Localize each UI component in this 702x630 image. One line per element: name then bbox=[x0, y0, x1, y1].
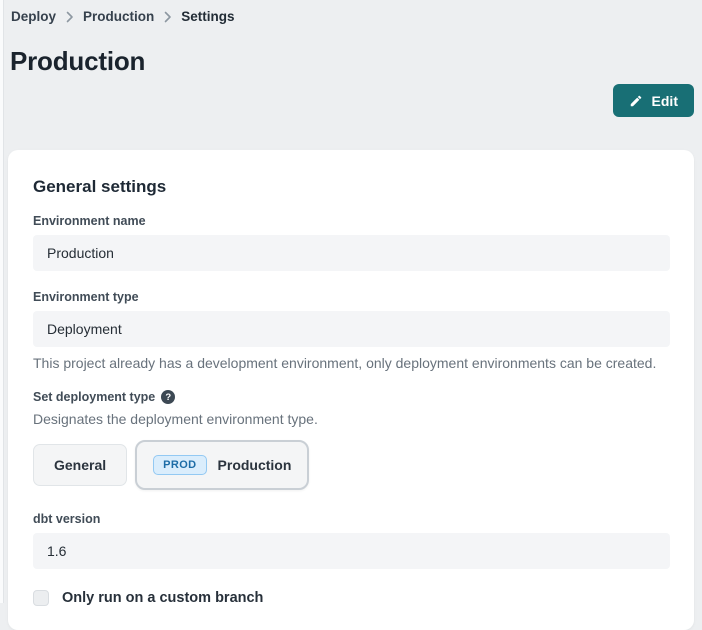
environment-name-group: Environment name Production bbox=[33, 214, 670, 271]
edit-button[interactable]: Edit bbox=[613, 84, 694, 117]
dbt-version-group: dbt version 1.6 bbox=[33, 512, 670, 569]
environment-type-label: Environment type bbox=[33, 290, 670, 304]
prod-badge: PROD bbox=[153, 455, 206, 475]
page-left-edge bbox=[0, 0, 4, 603]
help-icon[interactable]: ? bbox=[161, 390, 175, 404]
custom-branch-checkbox[interactable] bbox=[33, 590, 49, 606]
deployment-type-toggle: General PROD Production bbox=[33, 440, 670, 490]
breadcrumb-item-deploy[interactable]: Deploy bbox=[11, 9, 56, 24]
card-heading: General settings bbox=[33, 177, 670, 197]
chevron-right-icon bbox=[163, 11, 172, 23]
deployment-type-label: Set deployment type bbox=[33, 390, 155, 404]
environment-name-field: Production bbox=[33, 235, 670, 271]
environment-name-label: Environment name bbox=[33, 214, 670, 228]
dbt-version-label: dbt version bbox=[33, 512, 670, 526]
environment-type-helper-text: This project already has a development e… bbox=[33, 355, 670, 371]
deployment-type-group: Set deployment type ? Designates the dep… bbox=[33, 390, 670, 490]
breadcrumb-item-settings: Settings bbox=[181, 9, 234, 24]
option-general-label: General bbox=[54, 457, 106, 473]
breadcrumb-item-production[interactable]: Production bbox=[83, 9, 154, 24]
edit-button-label: Edit bbox=[652, 93, 678, 109]
dbt-version-field: 1.6 bbox=[33, 533, 670, 569]
general-settings-card: General settings Environment name Produc… bbox=[8, 150, 694, 630]
custom-branch-row: Only run on a custom branch bbox=[33, 590, 670, 606]
option-production-label: Production bbox=[218, 457, 292, 473]
deployment-type-option-general[interactable]: General bbox=[33, 444, 127, 486]
deployment-type-description: Designates the deployment environment ty… bbox=[33, 411, 670, 427]
environment-type-group: Environment type Deployment This project… bbox=[33, 290, 670, 371]
environment-type-field: Deployment bbox=[33, 311, 670, 347]
custom-branch-label[interactable]: Only run on a custom branch bbox=[62, 590, 263, 606]
page-title: Production bbox=[10, 46, 145, 77]
breadcrumb: Deploy Production Settings bbox=[11, 9, 235, 24]
deployment-type-option-production[interactable]: PROD Production bbox=[135, 440, 309, 490]
chevron-right-icon bbox=[65, 11, 74, 23]
pencil-icon bbox=[629, 94, 643, 108]
